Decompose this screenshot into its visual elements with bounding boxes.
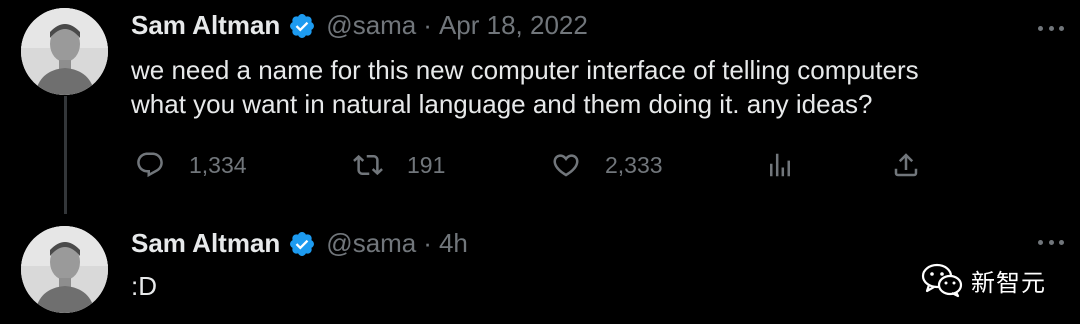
- avatar[interactable]: [21, 8, 108, 95]
- reply-count: 1,334: [189, 151, 247, 178]
- watermark-text: 新智元: [971, 268, 1046, 297]
- verified-badge-icon: [290, 13, 315, 38]
- retweet-icon: [353, 154, 383, 176]
- tweet-actions: 1,334 191 2,333: [131, 148, 931, 182]
- more-icon[interactable]: [1038, 238, 1064, 246]
- heart-icon: [553, 154, 579, 177]
- tweet-text: :D: [131, 271, 157, 301]
- avatar-image: [21, 8, 108, 95]
- tweet-text: we need a name for this new computer int…: [131, 55, 919, 119]
- reply-button[interactable]: 1,334: [135, 148, 247, 182]
- more-icon[interactable]: [1038, 24, 1064, 32]
- author-handle[interactable]: @sama: [326, 228, 416, 259]
- like-button[interactable]: 2,333: [551, 148, 663, 182]
- wechat-icon: [921, 263, 963, 298]
- share-icon: [894, 153, 918, 177]
- tweet-timestamp[interactable]: 4h: [439, 228, 468, 259]
- tweet[interactable]: Sam Altman @sama · 4h :D: [0, 214, 1080, 324]
- separator-dot: ·: [423, 228, 432, 258]
- like-count: 2,333: [605, 151, 663, 178]
- tweet-header: Sam Altman @sama · 4h: [131, 228, 468, 259]
- analytics-icon: [770, 153, 790, 177]
- verified-badge-icon: [290, 231, 315, 256]
- author-name[interactable]: Sam Altman: [131, 228, 280, 259]
- retweet-count: 191: [407, 151, 446, 178]
- reply-icon: [137, 152, 163, 178]
- tweet-timestamp[interactable]: Apr 18, 2022: [439, 10, 588, 41]
- author-handle[interactable]: @sama: [326, 10, 416, 41]
- watermark: 新智元: [921, 262, 1046, 298]
- share-button[interactable]: [891, 148, 921, 182]
- avatar[interactable]: [21, 226, 108, 313]
- separator-dot: ·: [423, 10, 432, 40]
- analytics-button[interactable]: [765, 148, 795, 182]
- retweet-button[interactable]: 191: [353, 148, 445, 182]
- avatar-image: [21, 226, 108, 313]
- tweet-header: Sam Altman @sama · Apr 18, 2022: [131, 10, 588, 41]
- tweet[interactable]: Sam Altman @sama · Apr 18, 2022 we need …: [0, 0, 1080, 214]
- author-name[interactable]: Sam Altman: [131, 10, 280, 41]
